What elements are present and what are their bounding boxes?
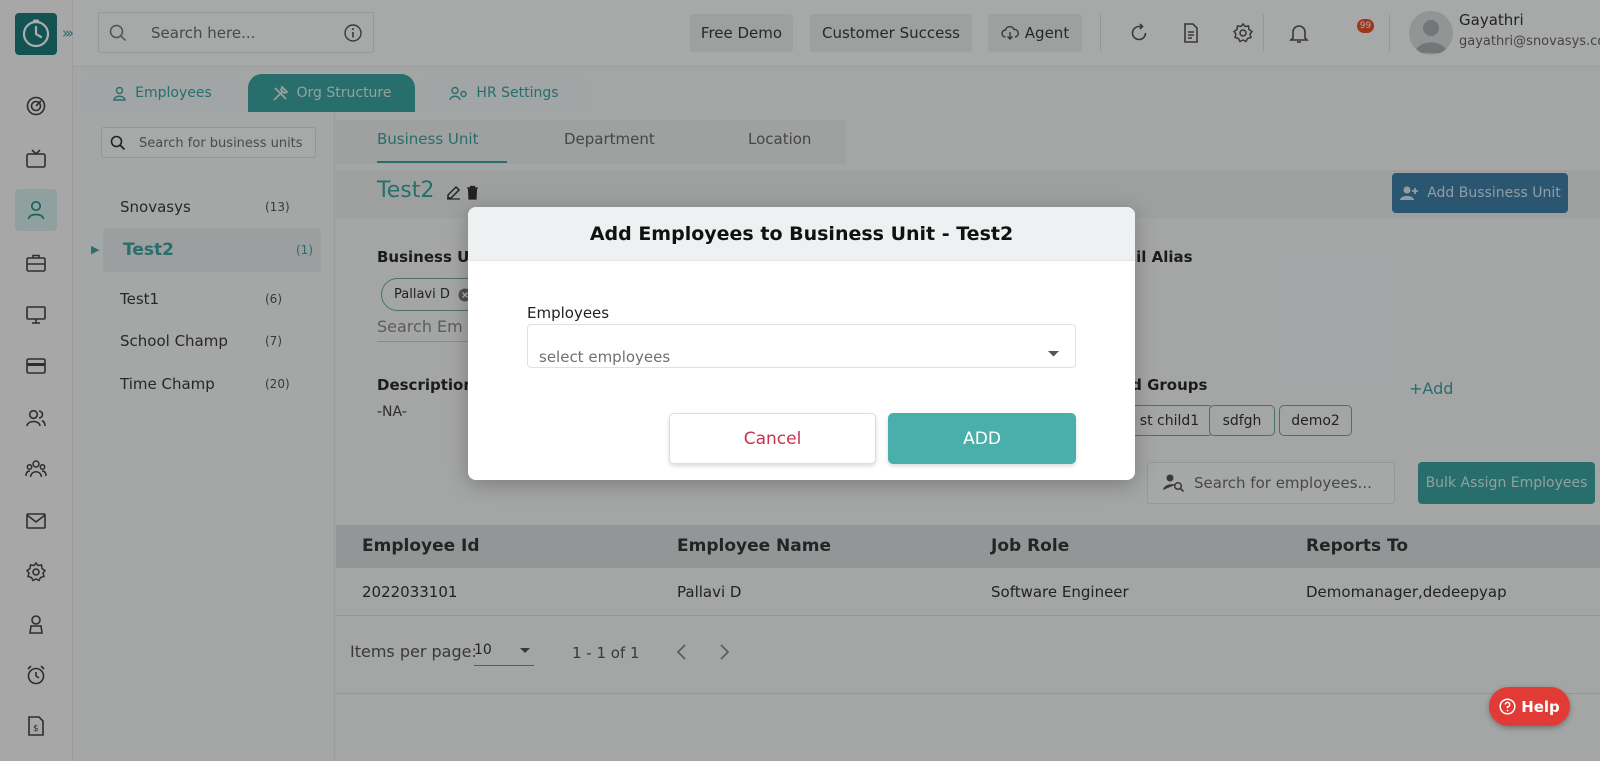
- dialog-title: Add Employees to Business Unit - Test2: [468, 207, 1135, 261]
- question-circle-icon: [1499, 698, 1516, 715]
- caret-down-icon: [1048, 351, 1059, 357]
- cancel-button[interactable]: Cancel: [669, 413, 876, 464]
- help-label: Help: [1521, 697, 1560, 716]
- employees-field-label: Employees: [527, 304, 610, 322]
- employees-select-placeholder: select employees: [539, 348, 671, 366]
- add-button[interactable]: ADD: [888, 413, 1076, 464]
- help-button[interactable]: Help: [1489, 687, 1570, 726]
- employees-select[interactable]: select employees: [527, 324, 1076, 368]
- add-employees-dialog: Add Employees to Business Unit - Test2 E…: [468, 207, 1135, 480]
